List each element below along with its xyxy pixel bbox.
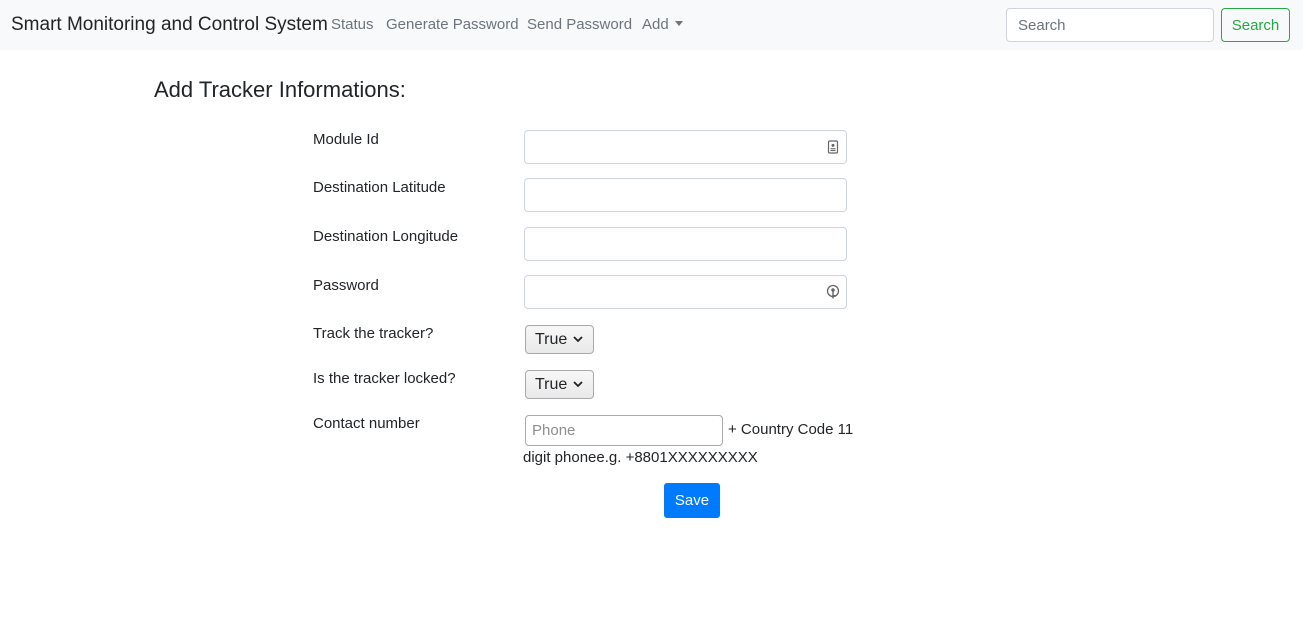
- navbar: Smart Monitoring and Control System Stat…: [0, 0, 1303, 50]
- phone-help-text: + Country Code 11: [728, 421, 854, 438]
- caret-down-icon: [674, 21, 683, 26]
- password-input[interactable]: [524, 275, 847, 309]
- navbar-brand[interactable]: Smart Monitoring and Control System: [11, 13, 328, 37]
- destination-longitude-label: Destination Longitude: [313, 228, 459, 245]
- nav-dropdown-add[interactable]: Add: [642, 15, 683, 35]
- contact-card-icon[interactable]: [825, 139, 841, 155]
- contact-number-label: Contact number: [313, 415, 420, 432]
- nav-link-status[interactable]: Status: [331, 15, 374, 35]
- track-tracker-select[interactable]: True: [525, 325, 594, 354]
- phone-help-example: digit phonee.g. +8801XXXXXXXXX: [523, 449, 758, 466]
- phone-input[interactable]: [525, 415, 723, 446]
- track-tracker-label: Track the tracker?: [313, 325, 434, 342]
- search-input[interactable]: [1006, 8, 1214, 42]
- destination-latitude-input[interactable]: [524, 178, 847, 212]
- chevron-down-icon: [573, 336, 583, 343]
- track-tracker-value: True: [535, 331, 568, 348]
- module-id-input[interactable]: [524, 130, 847, 164]
- destination-latitude-label: Destination Latitude: [313, 179, 446, 196]
- tracker-locked-label: Is the tracker locked?: [313, 370, 456, 387]
- password-label: Password: [313, 277, 379, 294]
- tracker-locked-value: True: [535, 376, 568, 393]
- save-button[interactable]: Save: [664, 483, 720, 518]
- page-title: Add Tracker Informations:: [154, 77, 406, 102]
- chevron-down-icon: [573, 381, 583, 388]
- nav-link-generate-password[interactable]: Generate Password: [386, 15, 519, 35]
- destination-longitude-input[interactable]: [524, 227, 847, 261]
- nav-link-send-password[interactable]: Send Password: [527, 15, 632, 35]
- tracker-locked-select[interactable]: True: [525, 370, 594, 399]
- nav-dropdown-add-label: Add: [642, 16, 669, 33]
- search-button[interactable]: Search: [1221, 8, 1290, 42]
- module-id-label: Module Id: [313, 131, 379, 148]
- password-key-icon[interactable]: [825, 284, 841, 300]
